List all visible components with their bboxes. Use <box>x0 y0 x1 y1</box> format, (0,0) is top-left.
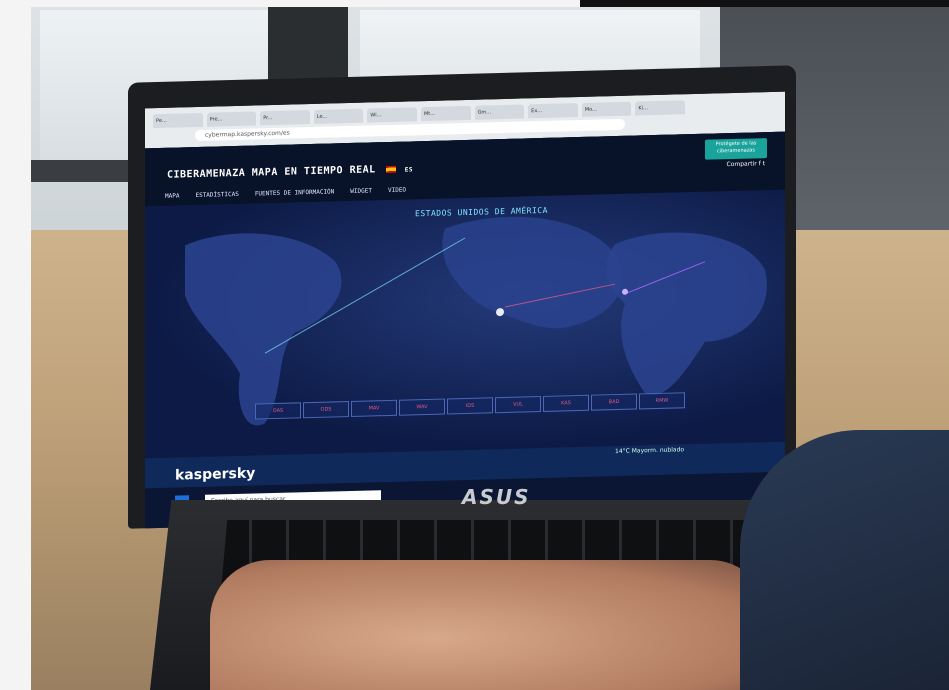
nav-item-video[interactable]: VIDEO <box>388 187 406 194</box>
language-label[interactable]: ES <box>405 166 413 173</box>
nav-item-statistics[interactable]: ESTADÍSTICAS <box>195 191 238 199</box>
site-title-text: CIBERAMENAZA MAPA EN TIEMPO REAL <box>167 164 376 181</box>
browser-tab[interactable]: Wi... <box>367 107 417 123</box>
browser-tab[interactable]: Pr... <box>260 110 310 126</box>
twitter-icon[interactable]: t <box>763 160 765 167</box>
counter-ods[interactable]: ODS <box>303 401 349 419</box>
counter-kas[interactable]: KAS <box>543 394 589 412</box>
photo-scene: Pe... Pre... Pr... Le... Wi... Mt... Gm.… <box>0 0 949 690</box>
share-text: Compartir <box>726 160 757 169</box>
image-border <box>0 0 31 690</box>
browser-tab[interactable]: Pe... <box>153 112 203 129</box>
browser-tab[interactable]: Mo... <box>581 101 632 117</box>
continent-asia <box>442 216 623 329</box>
world-map-graphic <box>185 216 767 426</box>
browser-tab[interactable]: Pre... <box>206 111 257 127</box>
protect-button[interactable]: Protégete de las ciberamenazas <box>705 138 767 160</box>
nav-item-sources[interactable]: FUENTES DE INFORMACIÓN <box>255 188 334 197</box>
web-page: CIBERAMENAZA MAPA EN TIEMPO REAL ES Prot… <box>145 131 785 459</box>
browser-tab[interactable]: Le... <box>313 108 364 124</box>
typing-hands <box>210 560 770 690</box>
share-label[interactable]: Compartir f t <box>727 160 765 168</box>
counter-rmw[interactable]: RMW <box>639 392 685 410</box>
browser-tab[interactable]: Gm... <box>474 104 525 120</box>
spain-flag-icon[interactable] <box>386 165 397 173</box>
counter-bad[interactable]: BAD <box>591 393 637 411</box>
counter-vul[interactable]: VUL <box>495 396 541 414</box>
kaspersky-logo: kaspersky <box>175 465 256 484</box>
counter-mav[interactable]: MAV <box>351 399 397 417</box>
person-shoulder <box>740 430 949 690</box>
browser-tab[interactable]: Ki... <box>635 100 685 116</box>
laptop-screen: Pe... Pre... Pr... Le... Wi... Mt... Gm.… <box>145 91 785 529</box>
asus-logo: ASUS <box>462 485 531 509</box>
browser-tab[interactable]: Mt... <box>420 105 471 122</box>
continent-europe-africa <box>606 232 767 395</box>
counter-wav[interactable]: WAV <box>399 398 445 416</box>
nav-item-widget[interactable]: WIDGET <box>350 187 372 195</box>
nav-item-map[interactable]: MAPA <box>165 192 179 199</box>
page-title: CIBERAMENAZA MAPA EN TIEMPO REAL ES <box>167 163 413 180</box>
threat-map[interactable]: ESTADOS UNIDOS DE AMÉRICA OAS ODS MAV WA… <box>145 189 785 459</box>
image-border <box>580 0 949 7</box>
counter-ids[interactable]: IDS <box>447 397 493 415</box>
continent-americas <box>185 233 342 426</box>
site-nav: MAPA ESTADÍSTICAS FUENTES DE INFORMACIÓN… <box>165 187 406 200</box>
counter-oas[interactable]: OAS <box>255 402 301 420</box>
browser-tab[interactable]: Ex... <box>528 103 578 119</box>
